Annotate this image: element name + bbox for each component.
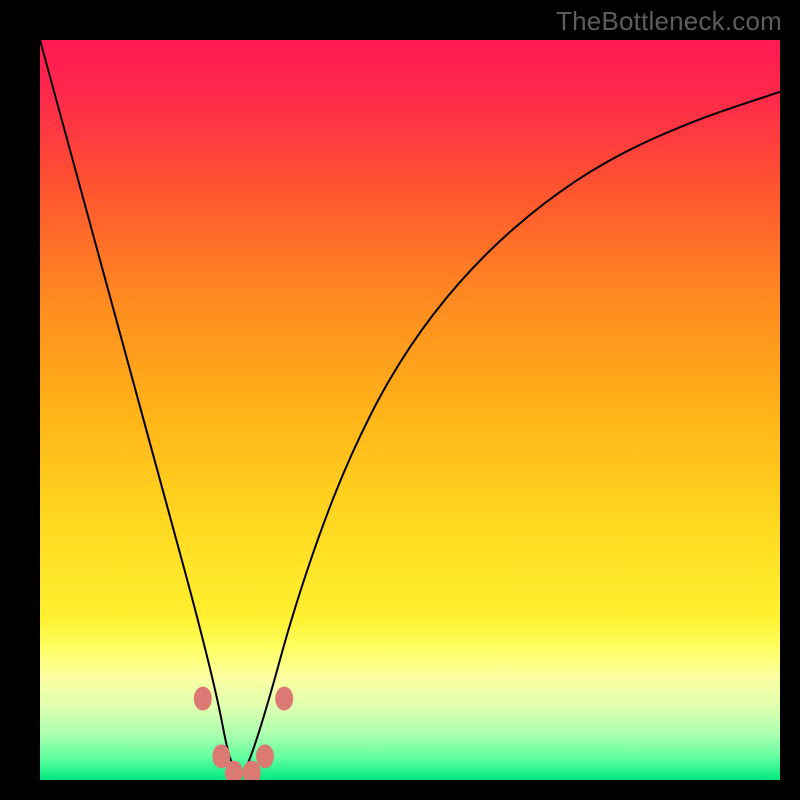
- plot-area: [40, 40, 780, 780]
- threshold-markers: [194, 687, 293, 780]
- curve-layer: [40, 40, 780, 780]
- chart-frame: TheBottleneck.com: [0, 0, 800, 800]
- threshold-marker: [256, 744, 274, 768]
- threshold-marker: [194, 687, 212, 711]
- threshold-marker: [275, 687, 293, 711]
- watermark-text: TheBottleneck.com: [556, 6, 782, 37]
- bottleneck-curve: [40, 40, 780, 774]
